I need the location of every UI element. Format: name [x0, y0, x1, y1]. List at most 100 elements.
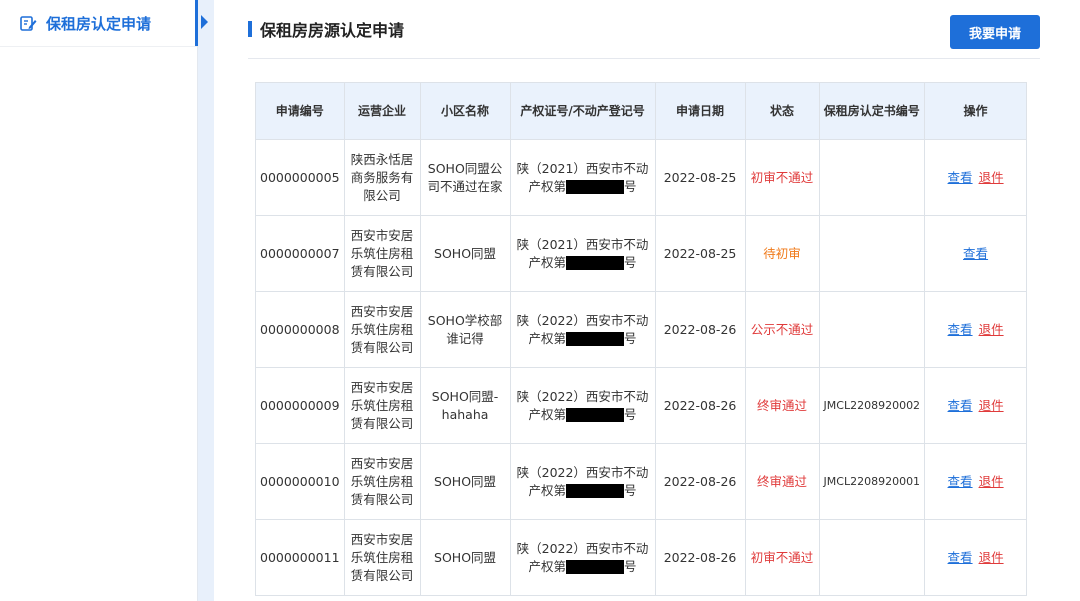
- table-row: 0000000008 西安市安居乐筑住房租赁有限公司 SOHO学校部谁记得 陕（202…: [255, 291, 1028, 368]
- cell-status: 终审通过: [744, 443, 820, 520]
- column-header-community: 小区名称: [419, 82, 511, 140]
- cell-operating-company: 西安市安居乐筑住房租赁有限公司: [343, 367, 421, 444]
- view-link[interactable]: 查看: [948, 322, 973, 337]
- cell-operating-company: 西安市安居乐筑住房租赁有限公司: [343, 443, 421, 520]
- applications-table: 申请编号 运营企业 小区名称 产权证号/不动产登记号 申请日期 状态 保租房认定…: [255, 82, 1028, 596]
- view-link[interactable]: 查看: [963, 246, 988, 261]
- cell-property-cert: 陕（2022）西安市不动产权第号: [509, 291, 656, 368]
- redacted-block: [566, 408, 625, 422]
- table-row: 0000000010 西安市安居乐筑住房租赁有限公司 SOHO同盟 陕（2022）西安…: [255, 443, 1028, 520]
- page-title: 保租房房源认定申请: [260, 21, 405, 40]
- cell-property-cert: 陕（2022）西安市不动产权第号: [509, 443, 656, 520]
- sidebar-item-label: 保租房认定申请: [46, 14, 152, 33]
- cell-community-name: SOHO同盟: [419, 519, 511, 596]
- page-title-bar: 保租房房源认定申请: [248, 18, 404, 40]
- property-cert-suffix: 号: [624, 558, 637, 574]
- sidebar-item-rental-housing-application[interactable]: 保租房认定申请: [0, 0, 198, 47]
- cell-application-id: 0000000008: [255, 291, 345, 368]
- cell-application-id: 0000000009: [255, 367, 345, 444]
- cell-application-id: 0000000007: [255, 215, 345, 292]
- sidebar: 保租房认定申请: [0, 0, 198, 601]
- cell-property-cert: 陕（2022）西安市不动产权第号: [509, 367, 656, 444]
- status-text: 初审不通过: [750, 549, 814, 565]
- column-header-company: 运营企业: [343, 82, 421, 140]
- redacted-block: [566, 332, 625, 346]
- property-cert-suffix: 号: [624, 330, 637, 346]
- table-header-row: 申请编号 运营企业 小区名称 产权证号/不动产登记号 申请日期 状态 保租房认定…: [255, 82, 1028, 140]
- cell-cert-number: [818, 291, 926, 368]
- cell-application-date: 2022-08-25: [654, 215, 746, 292]
- title-accent-bar: [248, 21, 252, 37]
- withdraw-link[interactable]: 退件: [979, 170, 1004, 185]
- cell-operating-company: 西安市安居乐筑住房租赁有限公司: [343, 519, 421, 596]
- cell-community-name: SOHO同盟: [419, 443, 511, 520]
- column-header-actions: 操作: [924, 82, 1028, 140]
- status-text: 待初审: [763, 245, 801, 261]
- cell-actions: 查看 退件: [924, 139, 1028, 216]
- cert-number-text: JMCL2208920001: [823, 475, 921, 488]
- cell-community-name: SOHO同盟: [419, 215, 511, 292]
- view-link[interactable]: 查看: [948, 398, 973, 413]
- cell-cert-number: [818, 215, 926, 292]
- table-row: 0000000009 西安市安居乐筑住房租赁有限公司 SOHO同盟-hahaha 陕（…: [255, 367, 1028, 444]
- view-link[interactable]: 查看: [948, 474, 973, 489]
- cell-application-date: 2022-08-26: [654, 443, 746, 520]
- main-content: 保租房房源认定申请 我要申请 申请编号 运营企业 小区名称 产权证号/不动产登记…: [214, 0, 1080, 601]
- withdraw-link[interactable]: 退件: [979, 474, 1004, 489]
- cell-status: 初审不通过: [744, 519, 820, 596]
- cell-operating-company: 西安市安居乐筑住房租赁有限公司: [343, 291, 421, 368]
- cell-property-cert: 陕（2022）西安市不动产权第号: [509, 519, 656, 596]
- cell-status: 公示不通过: [744, 291, 820, 368]
- cell-cert-number: JMCL2208920001: [818, 443, 926, 520]
- cell-cert-number: JMCL2208920002: [818, 367, 926, 444]
- cell-actions: 查看 退件: [924, 367, 1028, 444]
- cell-application-date: 2022-08-26: [654, 519, 746, 596]
- property-cert-suffix: 号: [624, 406, 637, 422]
- cell-actions: 查看: [924, 215, 1028, 292]
- table-row: 0000000007 西安市安居乐筑住房租赁有限公司 SOHO同盟 陕（2021）西安…: [255, 215, 1028, 292]
- title-divider: [248, 58, 1040, 59]
- view-link[interactable]: 查看: [948, 170, 973, 185]
- status-text: 终审通过: [757, 397, 808, 413]
- cell-actions: 查看 退件: [924, 443, 1028, 520]
- edit-icon: [19, 14, 37, 32]
- column-header-cert-number: 保租房认定书编号: [818, 82, 926, 140]
- redacted-block: [566, 560, 625, 574]
- cell-actions: 查看 退件: [924, 519, 1028, 596]
- cell-application-id: 0000000011: [255, 519, 345, 596]
- cell-application-date: 2022-08-26: [654, 291, 746, 368]
- property-cert-suffix: 号: [624, 254, 637, 270]
- table-row: 0000000011 西安市安居乐筑住房租赁有限公司 SOHO同盟 陕（2022）西安…: [255, 519, 1028, 596]
- cell-community-name: SOHO同盟-hahaha: [419, 367, 511, 444]
- property-cert-suffix: 号: [624, 482, 637, 498]
- active-indicator-arrow: [201, 15, 208, 29]
- cell-community-name: SOHO同盟公司不通过在家: [419, 139, 511, 216]
- withdraw-link[interactable]: 退件: [979, 398, 1004, 413]
- cell-cert-number: [818, 519, 926, 596]
- withdraw-link[interactable]: 退件: [979, 550, 1004, 565]
- view-link[interactable]: 查看: [948, 550, 973, 565]
- redacted-block: [566, 484, 625, 498]
- status-text: 公示不通过: [750, 321, 814, 337]
- withdraw-link[interactable]: 退件: [979, 322, 1004, 337]
- column-header-date: 申请日期: [654, 82, 746, 140]
- cell-actions: 查看 退件: [924, 291, 1028, 368]
- cell-status: 待初审: [744, 215, 820, 292]
- property-cert-suffix: 号: [624, 178, 637, 194]
- cell-status: 初审不通过: [744, 139, 820, 216]
- column-header-status: 状态: [744, 82, 820, 140]
- cell-application-date: 2022-08-25: [654, 139, 746, 216]
- column-header-id: 申请编号: [255, 82, 345, 140]
- cell-operating-company: 西安市安居乐筑住房租赁有限公司: [343, 215, 421, 292]
- cell-community-name: SOHO学校部谁记得: [419, 291, 511, 368]
- column-header-property-cert: 产权证号/不动产登记号: [509, 82, 656, 140]
- cell-application-id: 0000000010: [255, 443, 345, 520]
- cell-application-id: 0000000005: [255, 139, 345, 216]
- cert-number-text: JMCL2208920002: [823, 399, 921, 412]
- apply-button[interactable]: 我要申请: [950, 15, 1040, 49]
- cell-status: 终审通过: [744, 367, 820, 444]
- redacted-block: [566, 256, 625, 270]
- status-text: 终审通过: [757, 473, 808, 489]
- cell-property-cert: 陕（2021）西安市不动产权第号: [509, 215, 656, 292]
- table-row: 0000000005 陕西永恬居商务服务有限公司 SOHO同盟公司不通过在家 陕（20…: [255, 139, 1028, 216]
